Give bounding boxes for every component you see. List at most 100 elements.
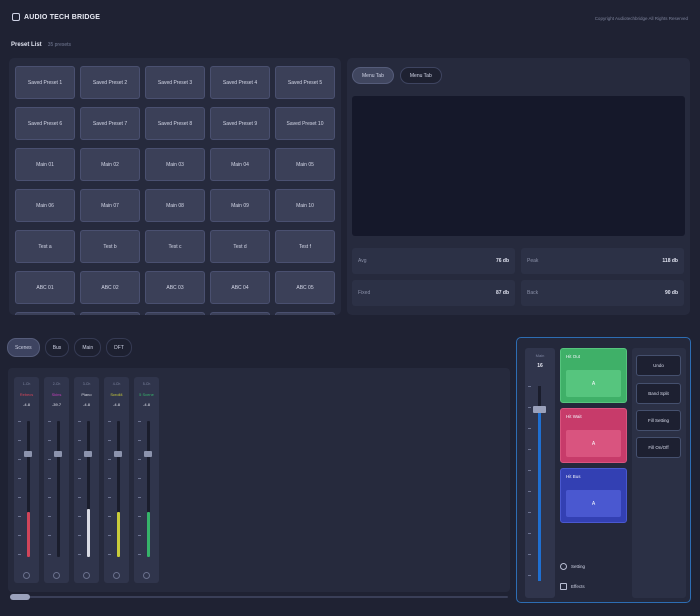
mixer-panel: 1-Ch Rebecs -4.8 2-Ch Skins -39.7 3-Ch Piano -4.… — [8, 368, 510, 592]
preset-button[interactable]: ABC 05 — [275, 271, 335, 304]
pad-hit-bus[interactable]: Hit Bus A — [560, 468, 627, 523]
preset-button[interactable]: Main 04 — [210, 148, 270, 181]
channel-power-icon[interactable] — [83, 572, 90, 579]
preset-button[interactable]: Test f — [275, 230, 335, 263]
scale-tick — [138, 421, 141, 422]
channel-number: 3-Ch — [82, 382, 91, 386]
app-logo-icon — [12, 13, 20, 21]
channel-number: 2-Ch — [52, 382, 61, 386]
scale-tick — [48, 440, 51, 441]
preset-button[interactable]: Main 06 — [15, 189, 75, 222]
pad-label: Hit Wait — [566, 414, 582, 419]
channel-level-fill — [117, 512, 120, 557]
channel-fader-track[interactable] — [147, 421, 150, 557]
preset-button[interactable]: Main 02 — [80, 148, 140, 181]
meter-panel: Menu Tab Menu Tab Avg 76 db Peak 118 db … — [347, 58, 690, 315]
preset-button[interactable] — [275, 312, 335, 315]
preset-button[interactable]: Main 05 — [275, 148, 335, 181]
scale-tick — [138, 478, 141, 479]
preset-button[interactable] — [15, 312, 75, 315]
channel-value: -39.7 — [51, 402, 62, 407]
channel-value: -4.8 — [143, 402, 150, 407]
tab-menu-2[interactable]: Menu Tab — [399, 67, 442, 84]
preset-button[interactable]: Saved Preset 1 — [15, 66, 75, 99]
preset-button[interactable]: ABC 02 — [80, 271, 140, 304]
preset-button[interactable]: Main 01 — [15, 148, 75, 181]
fill-setting-button[interactable]: Fill Setting — [636, 410, 681, 431]
tab-scenes[interactable]: Scenes — [7, 338, 40, 357]
preset-button[interactable] — [80, 312, 140, 315]
stat-value: 118 db — [662, 258, 678, 264]
scale-tick — [78, 516, 81, 517]
channel-fader-track[interactable] — [57, 421, 60, 557]
preset-button[interactable]: Saved Preset 8 — [145, 107, 205, 140]
scale-tick — [108, 535, 111, 536]
channel-power-icon[interactable] — [113, 572, 120, 579]
channel-number: 4-Ch — [112, 382, 121, 386]
pad-value: A — [566, 370, 621, 397]
tab-dft[interactable]: DFT — [106, 338, 132, 357]
preset-button[interactable] — [210, 312, 270, 315]
preset-button[interactable]: Saved Preset 10 — [275, 107, 335, 140]
preset-button[interactable]: Main 07 — [80, 189, 140, 222]
effects-item[interactable]: Effects — [560, 581, 646, 591]
preset-button[interactable]: Test b — [80, 230, 140, 263]
preset-button[interactable]: ABC 01 — [15, 271, 75, 304]
scrollbar-thumb[interactable] — [10, 594, 30, 600]
undo-button[interactable]: Undo — [636, 355, 681, 376]
scale-tick — [48, 421, 51, 422]
preset-button[interactable]: Saved Preset 7 — [80, 107, 140, 140]
preset-button[interactable]: Saved Preset 6 — [15, 107, 75, 140]
preset-button[interactable]: Saved Preset 3 — [145, 66, 205, 99]
channel-name: Scroll4 — [110, 392, 123, 397]
channel-fader-track[interactable] — [117, 421, 120, 557]
control-panel: Main 16 Hit Out A Hit Wait A Hit Bus A S… — [516, 337, 691, 603]
channel-power-icon[interactable] — [143, 572, 150, 579]
master-track[interactable] — [538, 386, 541, 581]
preset-button[interactable]: Main 03 — [145, 148, 205, 181]
preset-button[interactable]: Main 09 — [210, 189, 270, 222]
channel-strip: 5-Ch 5 Scene -4.8 — [134, 377, 159, 583]
meter-display — [352, 96, 685, 236]
channel-fader-knob[interactable] — [24, 450, 32, 457]
channel-name: Piano — [81, 392, 92, 397]
scale-tick — [138, 535, 141, 536]
channel-fader-track[interactable] — [27, 421, 30, 557]
mixer-scrollbar[interactable] — [10, 594, 508, 600]
preset-button[interactable]: Saved Preset 5 — [275, 66, 335, 99]
pad-label: Hit Bus — [566, 474, 581, 479]
scale-tick — [108, 554, 111, 555]
preset-button[interactable]: Test a — [15, 230, 75, 263]
channel-fader-knob[interactable] — [114, 450, 122, 457]
preset-button[interactable]: Main 08 — [145, 189, 205, 222]
fill-toggle-button[interactable]: Fill On/Off — [636, 437, 681, 458]
channel-fader-track[interactable] — [87, 421, 90, 557]
band-split-button[interactable]: Band Split — [636, 383, 681, 404]
preset-button[interactable]: Main 10 — [275, 189, 335, 222]
preset-button[interactable]: ABC 03 — [145, 271, 205, 304]
preset-button[interactable] — [145, 312, 205, 315]
preset-button[interactable]: Test c — [145, 230, 205, 263]
preset-button[interactable]: ABC 04 — [210, 271, 270, 304]
channel-power-icon[interactable] — [23, 572, 30, 579]
master-fader-knob[interactable] — [533, 406, 546, 414]
setting-item[interactable]: Setting — [560, 561, 646, 571]
pad-label: Hit Out — [566, 354, 581, 359]
tab-bus[interactable]: Bus — [44, 338, 70, 357]
preset-list-title: Preset List — [11, 42, 42, 48]
channel-fader-knob[interactable] — [144, 450, 152, 457]
channel-number: 1-Ch — [22, 382, 31, 386]
pad-hit-out[interactable]: Hit Out A — [560, 348, 627, 403]
channel-power-icon[interactable] — [53, 572, 60, 579]
preset-button[interactable]: Saved Preset 2 — [80, 66, 140, 99]
preset-button[interactable]: Saved Preset 9 — [210, 107, 270, 140]
logo[interactable]: AUDIO TECH BRIDGE — [12, 13, 100, 21]
channel-fader-knob[interactable] — [54, 450, 62, 457]
pad-hit-wait[interactable]: Hit Wait A — [560, 408, 627, 463]
preset-button[interactable]: Test d — [210, 230, 270, 263]
tab-main[interactable]: Main — [74, 338, 102, 357]
tab-menu-1[interactable]: Menu Tab — [352, 67, 394, 84]
scale-tick — [528, 449, 531, 450]
preset-button[interactable]: Saved Preset 4 — [210, 66, 270, 99]
channel-fader-knob[interactable] — [84, 450, 92, 457]
